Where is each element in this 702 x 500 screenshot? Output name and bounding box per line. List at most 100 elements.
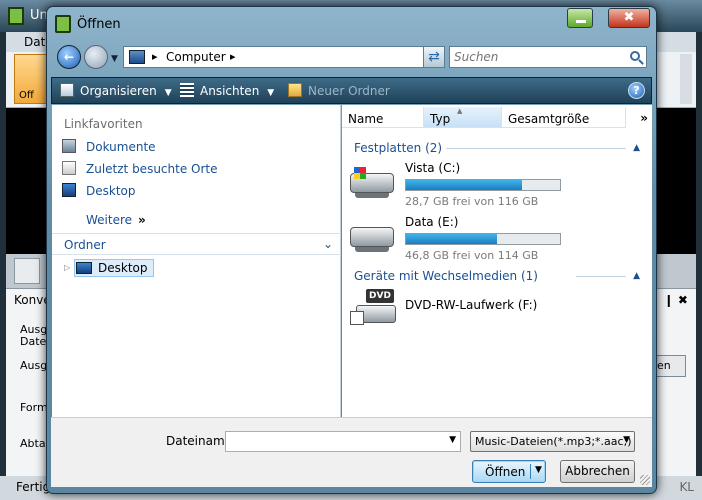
more-label: Weitere: [86, 213, 133, 227]
breadcrumb-separator-icon[interactable]: ▸: [230, 50, 236, 63]
favorites-title: Linkfavoriten: [64, 117, 143, 131]
views-label: Ansichten: [200, 84, 260, 98]
navigation-pane: Linkfavoriten Dokumente Zuletzt besuchte…: [52, 105, 341, 417]
dvd-drive-icon: DVD: [350, 283, 396, 327]
new-folder-label: Neuer Ordner: [308, 84, 390, 98]
windows-logo-icon: [354, 167, 366, 179]
group-divider: [446, 148, 626, 149]
app-icon: [8, 7, 24, 25]
file-type-filter[interactable]: Music-Dateien(*.mp3;*.aac;) ▼: [470, 431, 635, 452]
new-folder-icon: [288, 83, 302, 97]
tree-item-label: Desktop: [98, 261, 148, 275]
file-list-pane: Name Typ ▲ Gesamtgröße » Festplatten (2)…: [342, 105, 652, 417]
favorite-label: Dokumente: [86, 140, 156, 154]
chevron-down-icon[interactable]: ▼: [535, 465, 542, 475]
column-header-type[interactable]: Typ: [424, 107, 502, 128]
search-icon[interactable]: [630, 51, 640, 61]
favorite-label: Desktop: [86, 184, 136, 198]
desktop-icon: [62, 183, 76, 197]
panel-label: Datei: [20, 335, 50, 348]
file-type-filter-label: Music-Dateien(*.mp3;*.aac;): [475, 435, 632, 448]
open-button[interactable]: Öffnen ▼: [472, 460, 546, 483]
collapse-group-icon[interactable]: ▲: [633, 271, 640, 281]
refresh-icon: ⇄: [428, 49, 440, 65]
recent-places-icon: [62, 161, 76, 175]
dvd-drive-item[interactable]: DVD DVD-RW-Laufwerk (F:): [350, 281, 600, 333]
more-favorites-link[interactable]: Weitere »: [86, 213, 146, 227]
folders-title: Ordner: [64, 238, 106, 252]
minimize-button[interactable]: [567, 8, 593, 28]
status-right-text: KL: [679, 480, 694, 494]
refresh-button[interactable]: ⇄: [423, 46, 445, 68]
breadcrumb-computer[interactable]: Computer: [166, 50, 226, 64]
drive-usage-bar: [405, 179, 561, 191]
panel-controls[interactable]: ❙ ✖: [664, 293, 688, 307]
play-button[interactable]: [14, 258, 40, 284]
column-header-name[interactable]: Name: [342, 107, 424, 128]
menu-item-file[interactable]: Dat: [24, 35, 45, 49]
dialog-footer: Dateiname: ▼ Music-Dateien(*.mp3;*.aac;)…: [51, 417, 652, 487]
drive-usage-bar: [405, 233, 561, 245]
dialog-app-icon: [55, 15, 71, 33]
new-folder-button[interactable]: Neuer Ordner: [288, 83, 390, 98]
command-toolbar: Organisieren ▼ Ansichten ▼ Neuer Ordner ?: [51, 77, 652, 104]
folders-header[interactable]: Ordner ⌄: [52, 233, 341, 255]
computer-icon: [129, 50, 145, 64]
favorite-desktop[interactable]: Desktop: [62, 183, 136, 198]
drive-usage-fill: [406, 234, 497, 244]
back-button[interactable]: ←: [57, 45, 81, 69]
open-file-dialog: Öffnen ✖ ← ▼ ▸ Computer ▸ ▼ ⇄ Organisier…: [46, 6, 657, 494]
collapse-group-icon[interactable]: ▲: [633, 143, 640, 153]
recent-pages-dropdown[interactable]: ▼: [111, 54, 118, 64]
search-box[interactable]: [449, 46, 647, 68]
split-divider: [530, 464, 531, 479]
chevron-down-icon[interactable]: ▼: [449, 435, 456, 445]
drive-name: Data (E:): [405, 215, 459, 229]
column-header-total-size[interactable]: Gesamtgröße: [502, 107, 626, 128]
panel-label: Form: [20, 401, 48, 414]
filename-combobox[interactable]: ▼: [225, 431, 461, 452]
favorite-recent-places[interactable]: Zuletzt besuchte Orte: [62, 161, 218, 176]
office-button-label: Off: [19, 90, 34, 101]
breadcrumb-separator-icon[interactable]: ▸: [152, 50, 158, 63]
help-icon[interactable]: ?: [628, 82, 645, 99]
drive-item[interactable]: Data (E:) 46,8 GB frei von 114 GB: [350, 215, 600, 263]
views-icon: [180, 83, 194, 97]
chevron-down-icon: ▼: [164, 88, 172, 98]
chevron-down-icon: ⌄: [322, 237, 333, 251]
desktop-icon: [76, 262, 92, 274]
close-icon: ✖: [623, 10, 635, 25]
drive-free-space: 28,7 GB frei von 116 GB: [405, 195, 539, 208]
search-input[interactable]: [454, 49, 622, 65]
panel-right-button[interactable]: en: [652, 355, 686, 377]
favorite-label: Zuletzt besuchte Orte: [86, 162, 218, 176]
filename-input[interactable]: [229, 434, 439, 449]
open-button-label: Öffnen: [485, 465, 526, 479]
more-columns-icon[interactable]: »: [640, 111, 648, 125]
address-bar[interactable]: ▸ Computer ▸ ▼: [123, 46, 443, 68]
drive-name: DVD-RW-Laufwerk (F:): [405, 298, 538, 312]
ribbon-scrollbar[interactable]: [680, 54, 692, 104]
resize-grip[interactable]: [640, 475, 650, 485]
double-chevron-icon: »: [138, 213, 146, 227]
chevron-down-icon: ▼: [267, 88, 275, 98]
views-button[interactable]: Ansichten ▼: [180, 83, 274, 98]
hard-drive-icon: [350, 227, 394, 252]
sort-ascending-icon: ▲: [457, 107, 463, 115]
organize-button[interactable]: Organisieren ▼: [60, 83, 172, 98]
close-button[interactable]: ✖: [608, 8, 650, 28]
drive-item[interactable]: Vista (C:) 28,7 GB frei von 116 GB: [350, 161, 600, 209]
organize-label: Organisieren: [80, 84, 157, 98]
back-arrow-icon: ←: [63, 50, 75, 64]
dialog-title: Öffnen: [77, 17, 121, 32]
media-overlay-icon: [350, 311, 364, 325]
forward-button[interactable]: [84, 45, 108, 69]
drive-free-space: 46,8 GB frei von 114 GB: [405, 249, 539, 262]
cancel-button[interactable]: Abbrechen: [560, 460, 635, 483]
organize-icon: [60, 83, 74, 97]
group-header-hard-drives[interactable]: Festplatten (2): [354, 141, 442, 155]
expand-arrow-icon[interactable]: ▷: [64, 263, 70, 272]
dvd-badge: DVD: [366, 289, 394, 303]
favorite-documents[interactable]: Dokumente: [62, 139, 156, 154]
documents-icon: [62, 139, 76, 153]
